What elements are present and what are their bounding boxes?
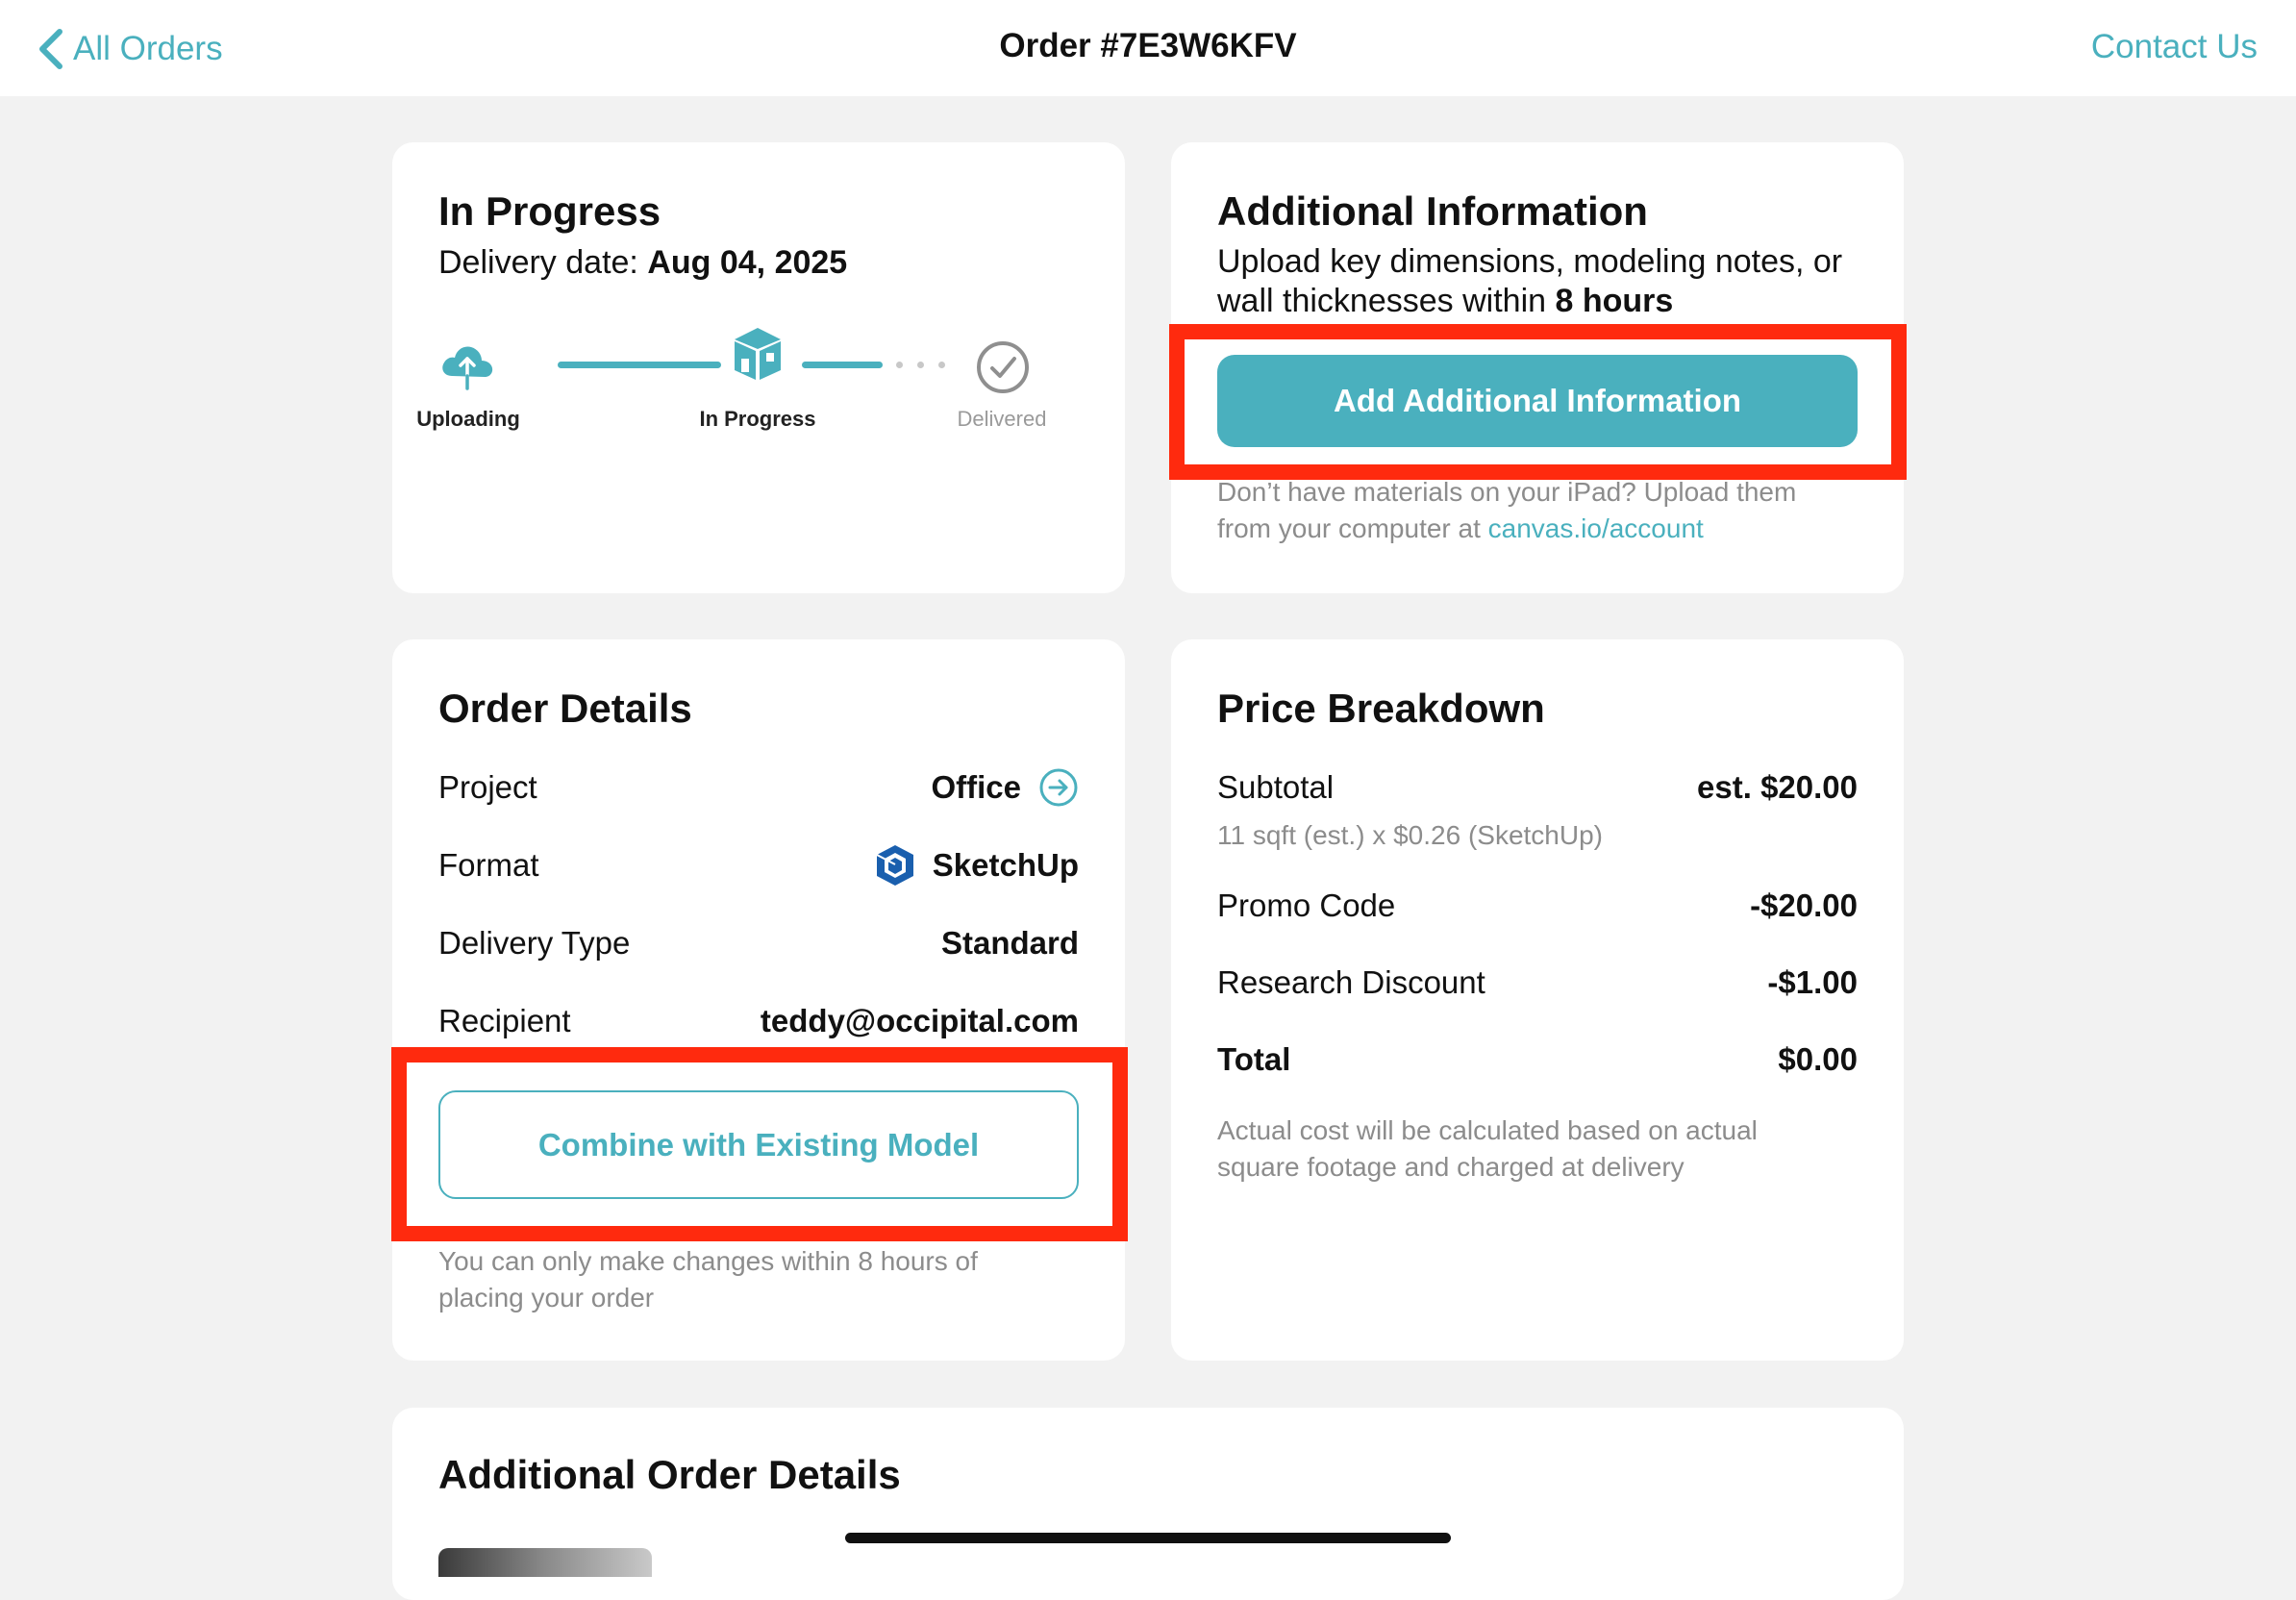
building-box-icon <box>735 328 781 380</box>
tracker-line-2 <box>802 362 883 368</box>
additional-order-details-title: Additional Order Details <box>438 1452 901 1497</box>
arrow-right-circle-icon[interactable] <box>1038 767 1079 808</box>
detail-label: Delivery Type <box>438 925 631 961</box>
price-row-research-discount: Research Discount -$1.00 <box>1217 959 1858 1007</box>
order-details-title: Order Details <box>438 686 692 731</box>
price-breakdown-card: Price Breakdown Subtotal est. $20.00 11 … <box>1171 639 1904 1361</box>
price-row-subtotal: Subtotal est. $20.00 <box>1217 763 1858 812</box>
tracker-dot <box>917 362 924 368</box>
changes-time-limit-note: You can only make changes within 8 hours… <box>438 1246 978 1312</box>
step-label-uploading: Uploading <box>416 407 520 431</box>
additional-info-desc-text: Upload key dimensions, modeling notes, o… <box>1217 243 1843 319</box>
delivery-date-label: Delivery date: <box>438 244 648 281</box>
order-details-card: Order Details Project Office Format Sket… <box>392 639 1125 1361</box>
detail-label: Project <box>438 769 537 805</box>
project-name: Office <box>931 769 1021 805</box>
progress-tracker: Uploading In Progress Delivered <box>392 311 1125 431</box>
delivery-date: Delivery date: Aug 04, 2025 <box>438 244 847 282</box>
detail-row-project[interactable]: Project Office <box>438 763 1079 812</box>
actual-cost-note: Actual cost will be calculated based on … <box>1217 1115 1758 1182</box>
price-value: -$1.00 <box>1767 964 1858 1000</box>
additional-info-title: Additional Information <box>1217 188 1648 234</box>
detail-value: teddy@occipital.com <box>760 1003 1079 1038</box>
format-name: SketchUp <box>932 847 1079 883</box>
canvas-account-link[interactable]: canvas.io/account <box>1488 513 1704 543</box>
tracker-dot <box>896 362 903 368</box>
detail-row-recipient: Recipient teddy@occipital.com <box>438 997 1079 1045</box>
scan-thumbnail-image[interactable] <box>438 1548 652 1577</box>
detail-row-format: Format SketchUp <box>438 841 1079 889</box>
additional-info-description: Upload key dimensions, modeling notes, o… <box>1217 242 1871 321</box>
delivery-date-value: Aug 04, 2025 <box>647 244 848 281</box>
step-label-in-progress: In Progress <box>699 407 816 431</box>
price-label: Research Discount <box>1217 964 1485 1000</box>
detail-label: Format <box>438 847 539 883</box>
page-title: Order #7E3W6KFV <box>999 27 1297 64</box>
detail-row-delivery-type: Delivery Type Standard <box>438 919 1079 967</box>
tracker-dot <box>938 362 945 368</box>
detail-value: Office <box>931 767 1079 808</box>
status-title: In Progress <box>438 188 661 234</box>
upload-from-computer-note: Don’t have materials on your iPad? Uploa… <box>1217 474 1858 547</box>
price-label: Promo Code <box>1217 888 1396 923</box>
subtotal-calculation-note: 11 sqft (est.) x $0.26 (SketchUp) <box>1217 820 1603 850</box>
price-label: Total <box>1217 1041 1291 1077</box>
check-circle-icon <box>977 341 1029 393</box>
price-value: est. $20.00 <box>1697 769 1858 805</box>
detail-label: Recipient <box>438 1003 571 1038</box>
sketchup-logo-icon <box>876 845 913 886</box>
home-indicator[interactable] <box>845 1533 1451 1543</box>
price-value: -$20.00 <box>1750 888 1858 923</box>
detail-value: SketchUp <box>875 843 1079 888</box>
highlight-box-add-info <box>1169 324 1907 480</box>
additional-order-details-card: Additional Order Details <box>392 1408 1904 1600</box>
step-label-delivered: Delivered <box>957 407 1047 431</box>
contact-us-link[interactable]: Contact Us <box>2091 28 2258 66</box>
tracker-line-1 <box>558 362 721 368</box>
cloud-upload-icon <box>442 346 493 390</box>
highlight-box-combine <box>391 1047 1128 1241</box>
price-row-promo: Promo Code -$20.00 <box>1217 882 1858 930</box>
price-value: $0.00 <box>1778 1041 1858 1077</box>
price-breakdown-title: Price Breakdown <box>1217 686 1545 731</box>
detail-value: Standard <box>940 925 1079 961</box>
order-status-card: In Progress Delivery date: Aug 04, 2025 <box>392 142 1125 593</box>
price-row-total: Total $0.00 <box>1217 1036 1858 1084</box>
top-nav-bar: All Orders Order #7E3W6KFV Contact Us <box>0 0 2296 96</box>
price-label: Subtotal <box>1217 769 1335 805</box>
additional-info-hours: 8 hours <box>1555 283 1674 319</box>
